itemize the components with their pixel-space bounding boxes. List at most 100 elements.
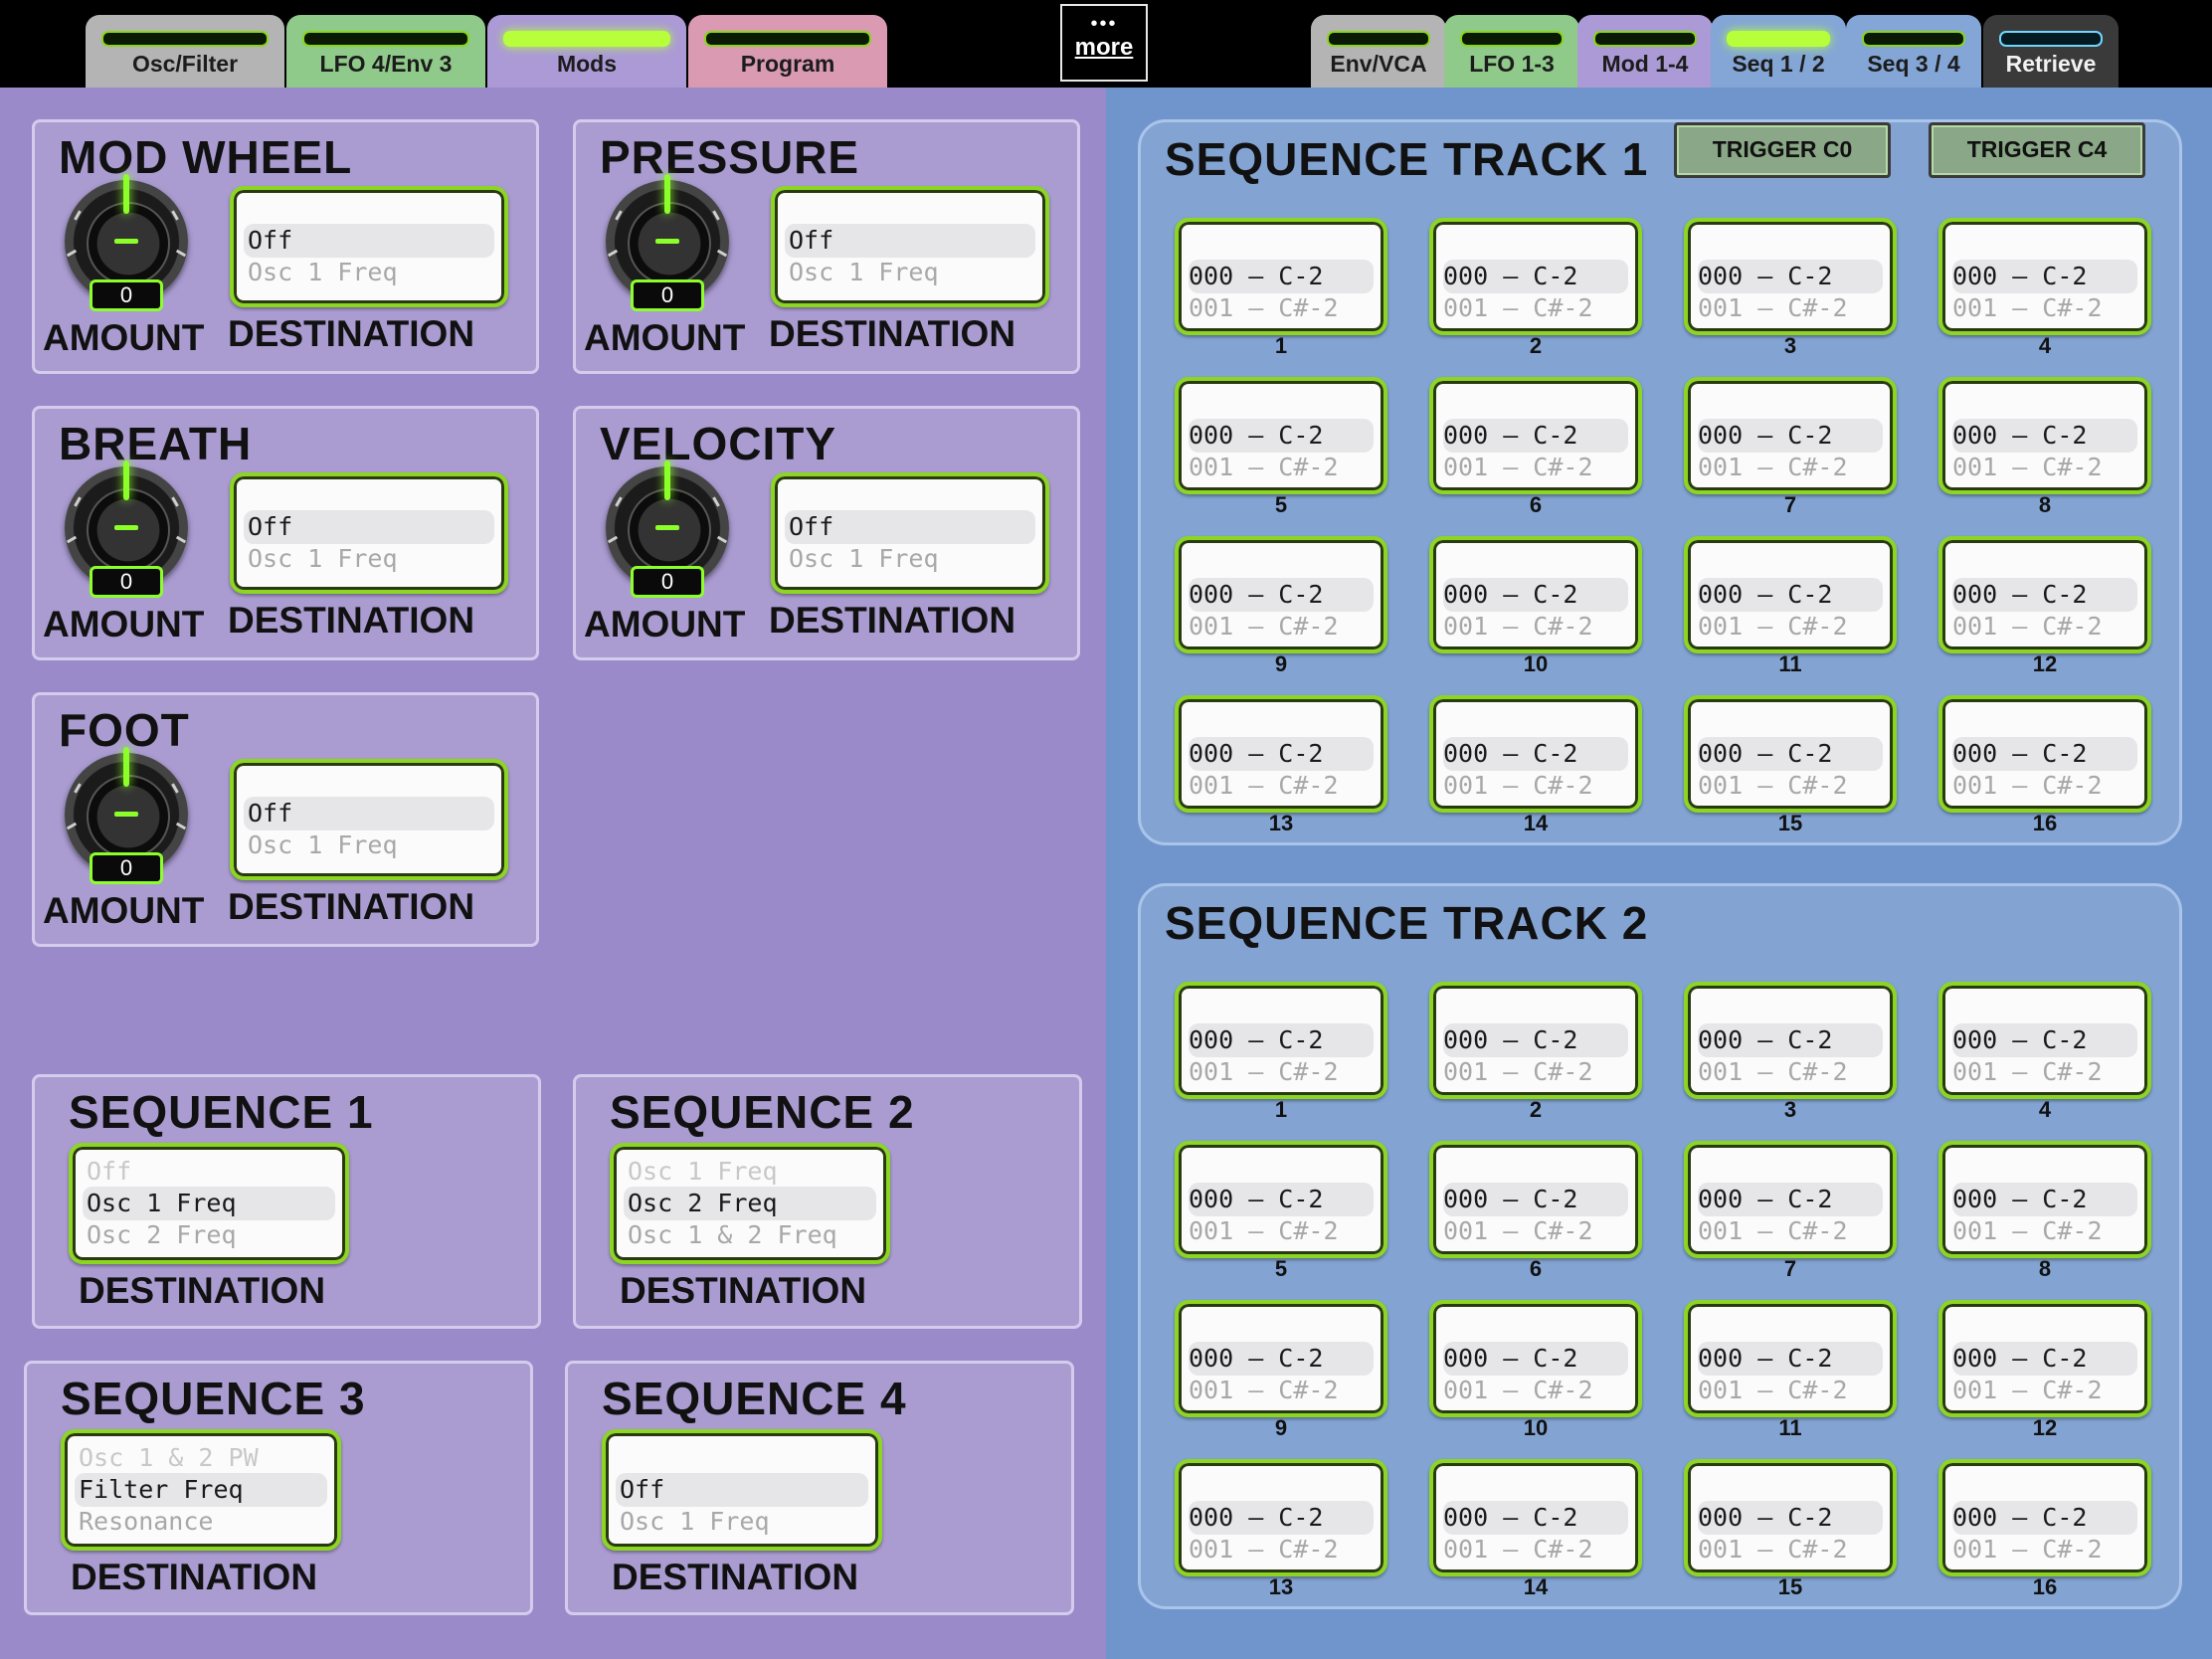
tab-indicator-led (503, 31, 670, 47)
destination-picker[interactable]: Off Osc 1 Freq (771, 472, 1049, 594)
amount-value[interactable]: 0 (631, 279, 704, 311)
tab-env-vca[interactable]: Env/VCA (1311, 15, 1446, 88)
knob-tick (171, 210, 179, 221)
knob-tick (171, 496, 179, 507)
step-value: 000 – C-2 (1952, 739, 2088, 768)
step-next-value: 001 – C#-2 (1189, 1535, 1339, 1564)
step-13-picker[interactable]: 000 – C-2 001 – C#-2 (1175, 695, 1387, 813)
sequence-destination-picker[interactable]: Osc 1 Freq Osc 2 Freq Osc 1 & 2 Freq (610, 1143, 890, 1264)
more-button[interactable]: ••• more (1060, 4, 1148, 82)
tab-mod-1-4[interactable]: Mod 1-4 (1577, 15, 1713, 88)
step-value: 000 – C-2 (1189, 1185, 1324, 1213)
amount-label: AMOUNT (43, 890, 205, 931)
step-9-picker[interactable]: 000 – C-2 001 – C#-2 (1175, 536, 1387, 653)
step-number: 9 (1274, 1415, 1288, 1440)
step-15-picker[interactable]: 000 – C-2 001 – C#-2 (1684, 1459, 1897, 1576)
step-2-picker[interactable]: 000 – C-2 001 – C#-2 (1429, 982, 1642, 1099)
step-8-picker[interactable]: 000 – C-2 001 – C#-2 (1938, 377, 2151, 494)
step-16-picker[interactable]: 000 – C-2 001 – C#-2 (1938, 1459, 2151, 1576)
step-next-value: 001 – C#-2 (1443, 453, 1593, 481)
amount-value[interactable]: 0 (90, 852, 163, 884)
knob-tick (74, 496, 82, 507)
step-16-picker[interactable]: 000 – C-2 001 – C#-2 (1938, 695, 2151, 813)
amount-value[interactable]: 0 (90, 279, 163, 311)
step-15-picker[interactable]: 000 – C-2 001 – C#-2 (1684, 695, 1897, 813)
step-next-value: 001 – C#-2 (1698, 1535, 1848, 1564)
step-7-picker[interactable]: 000 – C-2 001 – C#-2 (1684, 377, 1897, 494)
picker-selected-option: Osc 2 Freq (628, 1189, 778, 1217)
amount-label: AMOUNT (584, 604, 746, 645)
step-10-picker[interactable]: 000 – C-2 001 – C#-2 (1429, 1300, 1642, 1417)
tab-mods[interactable]: Mods (487, 15, 686, 88)
step-number: 13 (1268, 811, 1294, 835)
picker-next-option: Osc 1 Freq (248, 258, 398, 286)
picker-next-option: Resonance (79, 1507, 214, 1536)
knob-ring (87, 775, 170, 858)
knob-tick (615, 210, 623, 221)
knob-ring (628, 488, 711, 572)
tab-lfo-1-3[interactable]: LFO 1-3 (1444, 15, 1579, 88)
step-4-picker[interactable]: 000 – C-2 001 – C#-2 (1938, 218, 2151, 335)
tab-retrieve[interactable]: Retrieve (1983, 15, 2119, 88)
knob-center-mark (114, 812, 138, 817)
sequence-title: SEQUENCE 1 (69, 1086, 374, 1138)
tab-seq-1-2[interactable]: Seq 1 / 2 (1711, 15, 1846, 88)
step-12-picker[interactable]: 000 – C-2 001 – C#-2 (1938, 536, 2151, 653)
step-5-picker[interactable]: 000 – C-2 001 – C#-2 (1175, 377, 1387, 494)
step-next-value: 001 – C#-2 (1189, 1376, 1339, 1404)
tab-osc-filter[interactable]: Osc/Filter (86, 15, 284, 88)
tab-program[interactable]: Program (688, 15, 887, 88)
picker-selected-option: Off (248, 512, 293, 541)
step-next-value: 001 – C#-2 (1952, 771, 2103, 800)
step-12-picker[interactable]: 000 – C-2 001 – C#-2 (1938, 1300, 2151, 1417)
step-next-value: 001 – C#-2 (1698, 612, 1848, 641)
step-5-picker[interactable]: 000 – C-2 001 – C#-2 (1175, 1141, 1387, 1258)
amount-value[interactable]: 0 (90, 566, 163, 598)
knob-tick (607, 249, 619, 258)
step-10-picker[interactable]: 000 – C-2 001 – C#-2 (1429, 536, 1642, 653)
step-value: 000 – C-2 (1443, 1344, 1578, 1373)
step-3-picker[interactable]: 000 – C-2 001 – C#-2 (1684, 982, 1897, 1099)
knob-tick (607, 535, 619, 544)
tab-lfo-4-env-3[interactable]: LFO 4/Env 3 (286, 15, 485, 88)
step-1-picker[interactable]: 000 – C-2 001 – C#-2 (1175, 982, 1387, 1099)
amount-value[interactable]: 0 (631, 566, 704, 598)
knob-tick (712, 496, 720, 507)
tab-label: Seq 3 / 4 (1867, 51, 1960, 77)
step-next-value: 001 – C#-2 (1189, 771, 1339, 800)
step-11-picker[interactable]: 000 – C-2 001 – C#-2 (1684, 1300, 1897, 1417)
picker-next-option: Osc 1 Freq (248, 544, 398, 573)
destination-picker[interactable]: Off Osc 1 Freq (230, 472, 508, 594)
step-1-picker[interactable]: 000 – C-2 001 – C#-2 (1175, 218, 1387, 335)
step-2-picker[interactable]: 000 – C-2 001 – C#-2 (1429, 218, 1642, 335)
destination-label: DESTINATION (620, 1270, 867, 1311)
sequence-destination-picker[interactable]: Osc 1 & 2 PW Filter Freq Resonance (61, 1429, 341, 1551)
source-title: BREATH (59, 418, 253, 469)
step-9-picker[interactable]: 000 – C-2 001 – C#-2 (1175, 1300, 1387, 1417)
tab-label: LFO 4/Env 3 (319, 51, 453, 77)
destination-picker[interactable]: Off Osc 1 Freq (771, 186, 1049, 307)
destination-picker[interactable]: Off Osc 1 Freq (230, 759, 508, 880)
sequence-destination-picker[interactable]: Off Osc 1 Freq (602, 1429, 882, 1551)
trigger-button-c0[interactable]: TRIGGER C0 (1674, 122, 1891, 178)
step-14-picker[interactable]: 000 – C-2 001 – C#-2 (1429, 1459, 1642, 1576)
destination-picker[interactable]: Off Osc 1 Freq (230, 186, 508, 307)
sequence-title: SEQUENCE 4 (602, 1373, 907, 1424)
step-11-picker[interactable]: 000 – C-2 001 – C#-2 (1684, 536, 1897, 653)
destination-label: DESTINATION (769, 600, 1016, 641)
step-4-picker[interactable]: 000 – C-2 001 – C#-2 (1938, 982, 2151, 1099)
knob-ring (87, 488, 170, 572)
sequence-destination-picker[interactable]: Off Osc 1 Freq Osc 2 Freq (69, 1143, 349, 1264)
step-8-picker[interactable]: 000 – C-2 001 – C#-2 (1938, 1141, 2151, 1258)
step-3-picker[interactable]: 000 – C-2 001 – C#-2 (1684, 218, 1897, 335)
tab-seq-3-4[interactable]: Seq 3 / 4 (1846, 15, 1981, 88)
destination-label: DESTINATION (79, 1270, 326, 1311)
trigger-button-c4[interactable]: TRIGGER C4 (1929, 122, 2145, 178)
step-14-picker[interactable]: 000 – C-2 001 – C#-2 (1429, 695, 1642, 813)
step-7-picker[interactable]: 000 – C-2 001 – C#-2 (1684, 1141, 1897, 1258)
step-13-picker[interactable]: 000 – C-2 001 – C#-2 (1175, 1459, 1387, 1576)
mod-source-foot: FOOT 0 AMOUNT Off Osc 1 Freq DESTINATION (32, 692, 539, 947)
step-value: 000 – C-2 (1952, 1185, 2088, 1213)
step-6-picker[interactable]: 000 – C-2 001 – C#-2 (1429, 377, 1642, 494)
step-6-picker[interactable]: 000 – C-2 001 – C#-2 (1429, 1141, 1642, 1258)
